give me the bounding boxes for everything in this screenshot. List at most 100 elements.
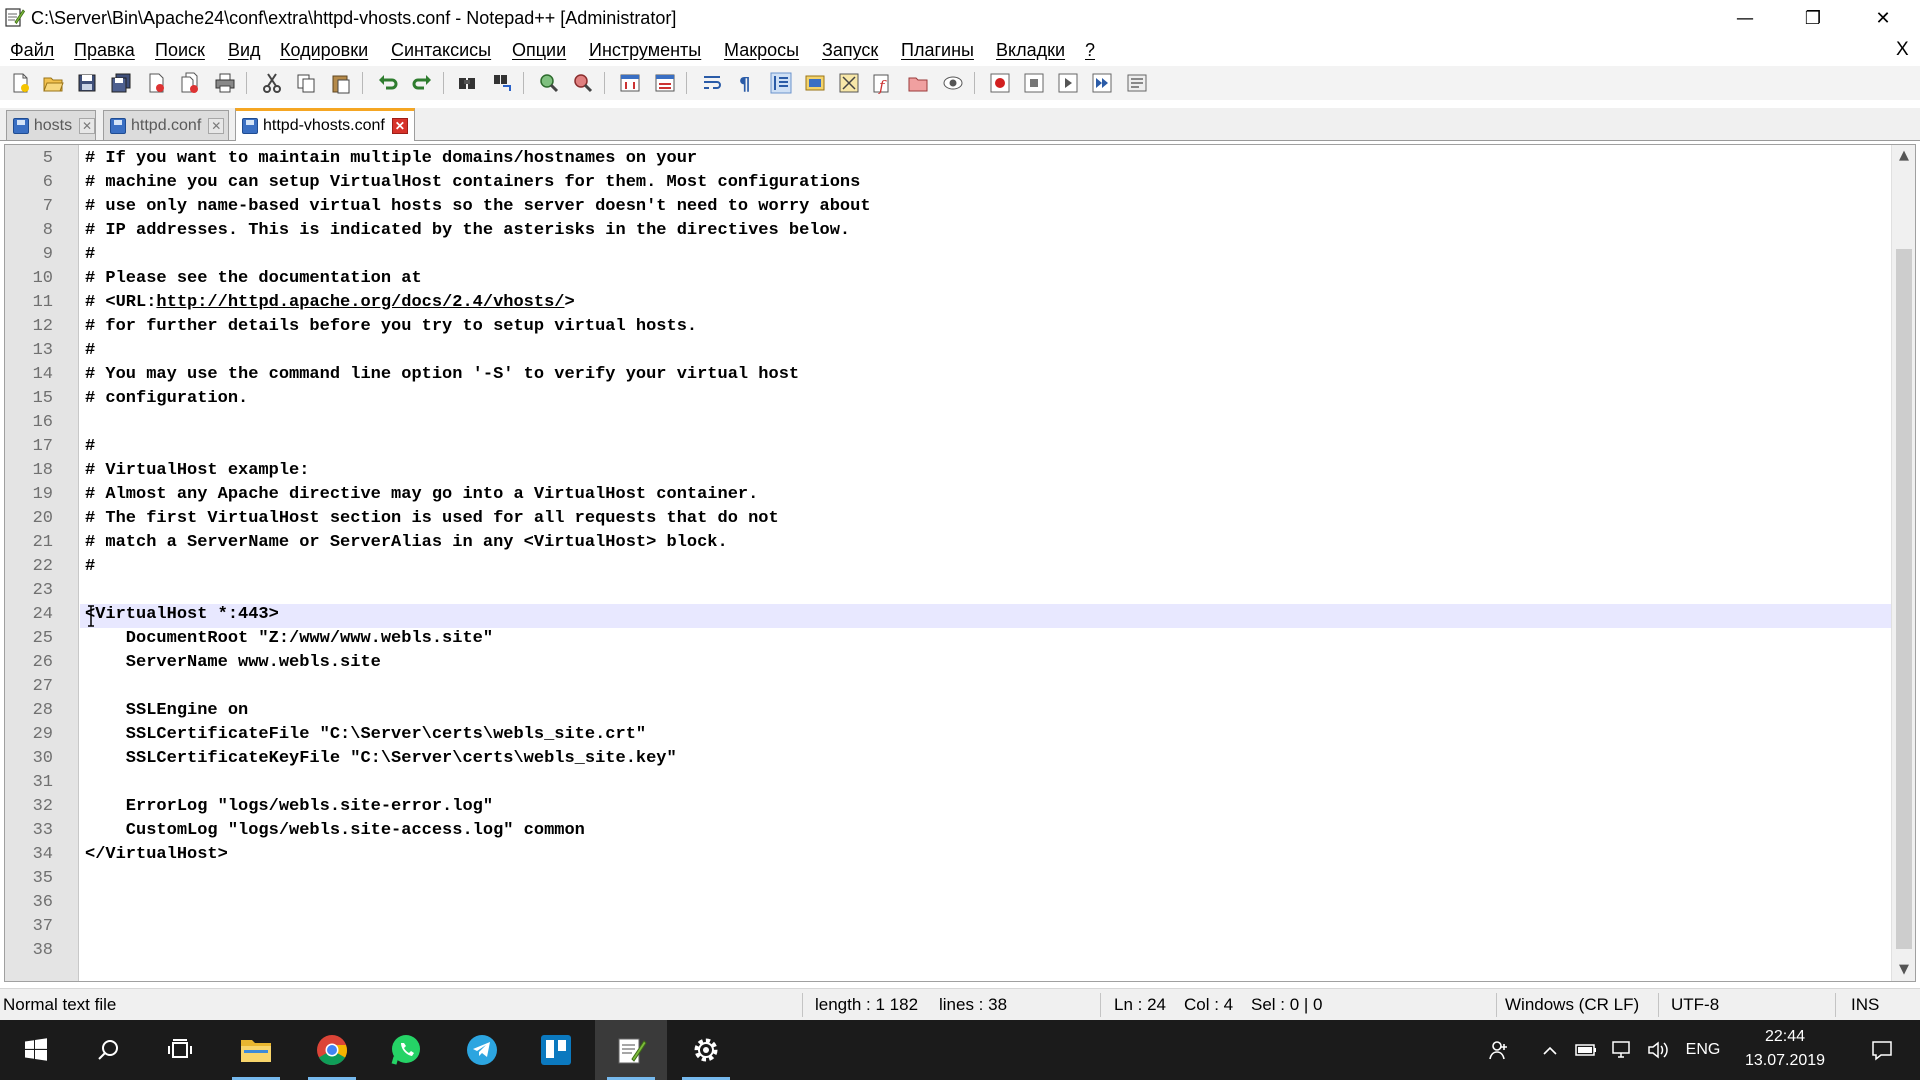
volume-icon[interactable] — [1644, 1020, 1672, 1080]
undo-icon[interactable] — [375, 70, 401, 96]
scroll-down-arrow-icon[interactable]: ▼ — [1892, 959, 1915, 981]
code-line[interactable]: ServerName www.webls.site — [85, 653, 381, 672]
code-line[interactable]: # Almost any Apache directive may go int… — [85, 485, 758, 504]
menu-run[interactable]: Запуск — [822, 40, 878, 61]
people-icon[interactable] — [1482, 1020, 1516, 1080]
url-link[interactable]: http://httpd.apache.org/docs/2.4/vhosts/ — [156, 293, 564, 312]
notification-center-icon[interactable] — [1854, 1020, 1910, 1080]
close-document-button[interactable]: X — [1896, 39, 1909, 61]
code-line[interactable]: SSLCertificateFile "C:\Server\certs\webl… — [85, 725, 646, 744]
code-line[interactable]: # <URL:http://httpd.apache.org/docs/2.4/… — [85, 293, 575, 312]
cut-icon[interactable] — [259, 70, 285, 96]
file-explorer-icon[interactable] — [220, 1020, 292, 1080]
clock-date[interactable]: 13.07.2019 — [1740, 1052, 1830, 1070]
close-window-button[interactable]: ✕ — [1848, 0, 1918, 36]
indent-guide-icon[interactable] — [768, 70, 794, 96]
scrollbar-thumb[interactable] — [1896, 249, 1912, 949]
status-insert-mode[interactable]: INS — [1851, 995, 1879, 1015]
close-icon[interactable] — [143, 70, 169, 96]
open-file-icon[interactable] — [40, 70, 66, 96]
redo-icon[interactable] — [409, 70, 435, 96]
show-hidden-icons-chevron-up-icon[interactable] — [1538, 1020, 1562, 1080]
save-icon[interactable] — [74, 70, 100, 96]
task-view-icon[interactable] — [144, 1020, 216, 1080]
code-line[interactable]: # IP addresses. This is indicated by the… — [85, 221, 850, 240]
telegram-icon[interactable] — [446, 1020, 518, 1080]
function-list-icon[interactable]: f — [870, 70, 896, 96]
menu-tabs[interactable]: Вкладки — [996, 40, 1065, 61]
save-all-icon[interactable] — [108, 70, 134, 96]
print-icon[interactable] — [212, 70, 238, 96]
find-icon[interactable] — [454, 70, 480, 96]
folder-workspace-icon[interactable] — [905, 70, 931, 96]
scroll-up-arrow-icon[interactable]: ▲ — [1892, 145, 1915, 167]
tab-close-icon[interactable]: ✕ — [391, 118, 408, 134]
code-line[interactable]: # match a ServerName or ServerAlias in a… — [85, 533, 728, 552]
notepadpp-icon[interactable] — [595, 1020, 667, 1080]
menu-plugins[interactable]: Плагины — [901, 40, 974, 61]
code-line[interactable]: # — [85, 557, 95, 576]
save-macro-icon[interactable] — [1124, 70, 1150, 96]
menu-file[interactable]: Файл — [10, 40, 54, 61]
code-line[interactable]: SSLCertificateKeyFile "C:\Server\certs\w… — [85, 749, 677, 768]
clock-time[interactable]: 22:44 — [1740, 1028, 1830, 1046]
monitoring-icon[interactable] — [940, 70, 966, 96]
code-line[interactable]: <VirtualHost *:443> — [85, 605, 279, 624]
code-line[interactable]: </VirtualHost> — [85, 845, 228, 864]
network-icon[interactable] — [1608, 1020, 1636, 1080]
user-language-icon[interactable] — [802, 70, 828, 96]
language-indicator[interactable]: ENG — [1680, 1020, 1726, 1080]
menu-search[interactable]: Поиск — [155, 40, 205, 61]
code-line[interactable]: # If you want to maintain multiple domai… — [85, 149, 697, 168]
tab-close-icon[interactable]: ✕ — [79, 117, 95, 134]
chrome-icon[interactable] — [296, 1020, 368, 1080]
whatsapp-icon[interactable] — [370, 1020, 442, 1080]
tab-httpd-vhosts-conf[interactable]: httpd-vhosts.conf ✕ — [235, 108, 415, 141]
run-macro-multiple-icon[interactable] — [1089, 70, 1115, 96]
code-line[interactable]: # The first VirtualHost section is used … — [85, 509, 779, 528]
tab-close-icon[interactable]: ✕ — [208, 117, 225, 134]
menu-edit[interactable]: Правка — [74, 40, 135, 61]
search-icon[interactable] — [72, 1020, 144, 1080]
code-line[interactable]: DocumentRoot "Z:/www/www.webls.site" — [85, 629, 493, 648]
zoom-in-icon[interactable] — [536, 70, 562, 96]
tab-hosts[interactable]: hosts ✕ — [6, 110, 96, 140]
code-line[interactable]: # Please see the documentation at — [85, 269, 422, 288]
windows-start-icon[interactable] — [0, 1020, 72, 1080]
new-file-icon[interactable] — [7, 70, 33, 96]
status-eol[interactable]: Windows (CR LF) — [1505, 995, 1639, 1015]
code-line[interactable]: # use only name-based virtual hosts so t… — [85, 197, 871, 216]
menu-syntax[interactable]: Синтаксисы — [391, 40, 491, 61]
menu-view[interactable]: Вид — [228, 40, 261, 61]
code-line[interactable]: ErrorLog "logs/webls.site-error.log" — [85, 797, 493, 816]
copy-icon[interactable] — [293, 70, 319, 96]
doc-map-icon[interactable] — [836, 70, 862, 96]
restore-button[interactable]: ❐ — [1778, 0, 1848, 36]
replace-icon[interactable] — [489, 70, 515, 96]
trello-icon[interactable] — [520, 1020, 592, 1080]
menu-options[interactable]: Опции — [512, 40, 566, 61]
record-macro-icon[interactable] — [987, 70, 1013, 96]
zoom-out-icon[interactable] — [570, 70, 596, 96]
stop-macro-icon[interactable] — [1021, 70, 1047, 96]
vertical-scrollbar[interactable]: ▲ ▼ — [1891, 145, 1915, 981]
menu-macros[interactable]: Макросы — [724, 40, 799, 61]
menu-help[interactable]: ? — [1085, 40, 1095, 61]
code-line[interactable]: # — [85, 437, 95, 456]
menu-encoding[interactable]: Кодировки — [280, 40, 368, 61]
menu-tools[interactable]: Инструменты — [589, 40, 701, 61]
code-line[interactable]: # VirtualHost example: — [85, 461, 309, 480]
tab-httpd-conf[interactable]: httpd.conf ✕ — [103, 110, 229, 140]
battery-icon[interactable] — [1572, 1020, 1600, 1080]
editor-pane[interactable]: 5 6 7 8 9 10 11 12 13 14 15 16 17 18 19 20 21 22 23 24 25 26 2… — [4, 144, 1916, 982]
code-area[interactable]: # If you want to maintain multiple domai… — [80, 145, 1892, 981]
code-line[interactable]: # machine you can setup VirtualHost cont… — [85, 173, 860, 192]
show-all-chars-icon[interactable]: ¶ — [733, 70, 759, 96]
sync-horizontal-icon[interactable] — [652, 70, 678, 96]
minimize-button[interactable]: — — [1710, 0, 1780, 36]
code-line[interactable]: CustomLog "logs/webls.site-access.log" c… — [85, 821, 585, 840]
word-wrap-icon[interactable] — [699, 70, 725, 96]
settings-gear-icon[interactable] — [670, 1020, 742, 1080]
paste-icon[interactable] — [328, 70, 354, 96]
code-line[interactable]: # for further details before you try to … — [85, 317, 697, 336]
